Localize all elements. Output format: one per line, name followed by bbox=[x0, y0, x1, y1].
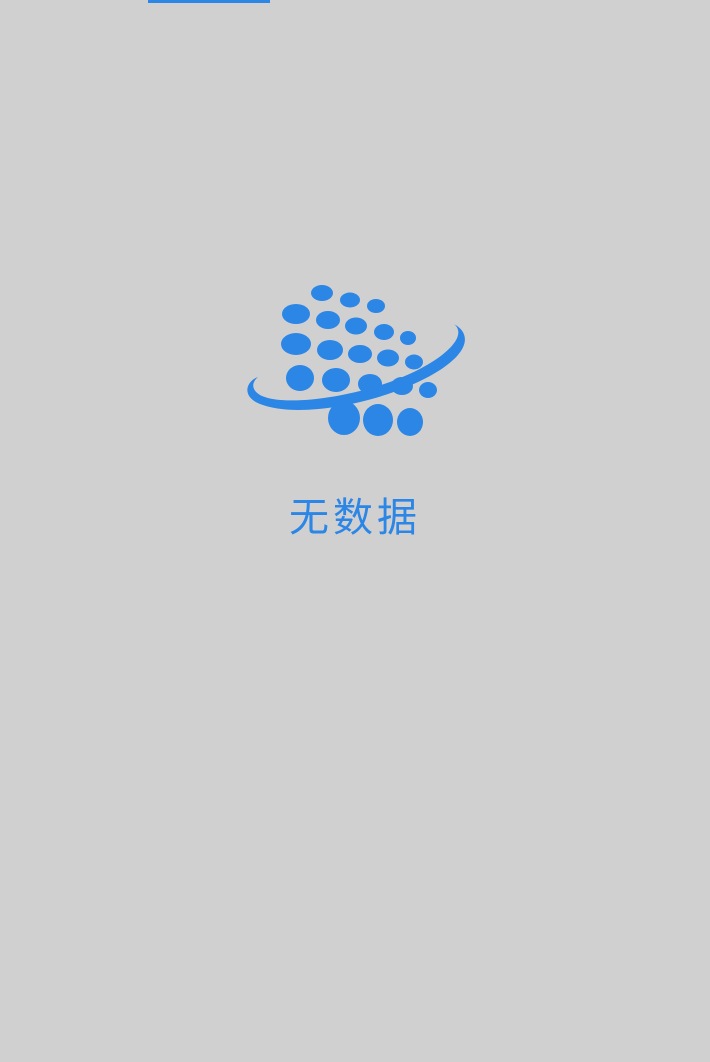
empty-state: 无数据 bbox=[0, 0, 710, 1062]
no-data-globe-icon bbox=[247, 285, 465, 436]
empty-state-message: 无数据 bbox=[289, 495, 421, 541]
